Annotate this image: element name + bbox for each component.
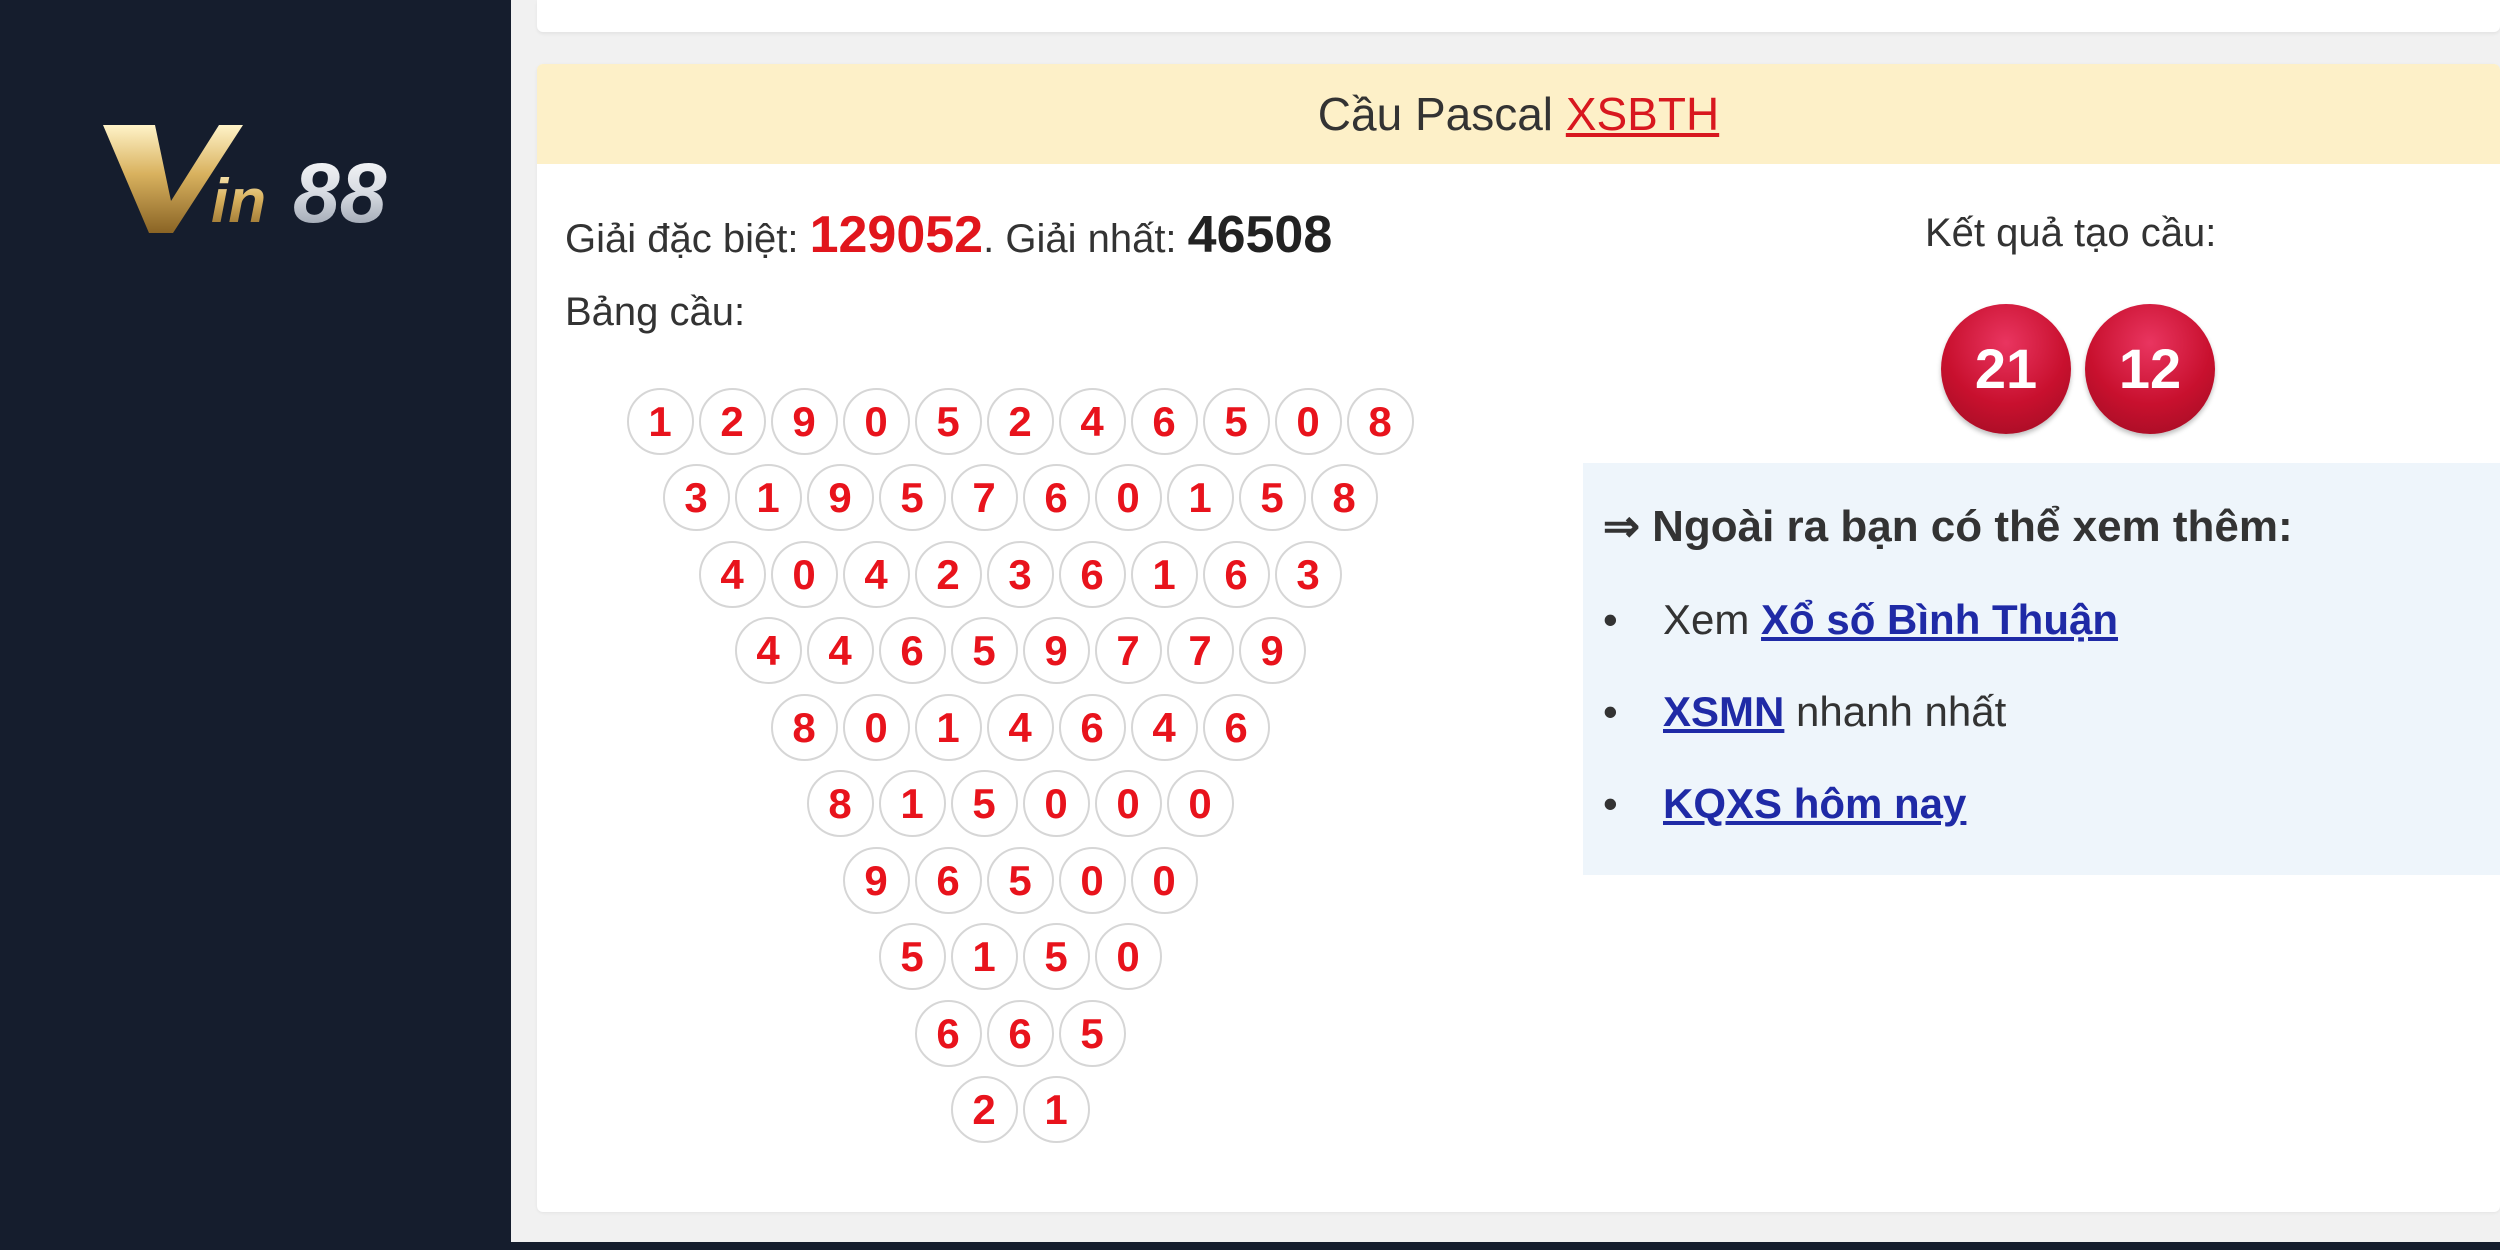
xsbth-link[interactable]: XSBTH: [1566, 88, 1719, 140]
result-label: Kết quả tạo cầu:: [1925, 211, 2217, 255]
logo-88-text: 88: [293, 146, 387, 235]
xsmn-link[interactable]: XSMN: [1663, 688, 1784, 735]
xs-binh-thuan-link[interactable]: Xổ số Bình Thuận: [1761, 596, 2118, 643]
see-more-suffix: nhanh nhất: [1784, 688, 2007, 735]
previous-card-edge: [537, 0, 2500, 32]
see-more-title: ⇒ Ngoài ra bạn có thể xem thêm:: [1603, 502, 2293, 551]
see-more-prefix: Xem: [1663, 596, 1762, 643]
see-more-item: • XSMN nhanh nhất: [1603, 684, 2006, 740]
vin88-logo[interactable]: in 88: [103, 105, 458, 235]
table-label: Bảng cầu:: [565, 290, 746, 334]
bullet-icon: •: [1603, 596, 1618, 643]
bullet-icon: •: [1603, 780, 1618, 827]
first-prize-label: . Giải nhất:: [983, 217, 1188, 261]
card-title: Cầu Pascal: [1317, 88, 1566, 140]
result-ball-2: 12: [2085, 304, 2215, 434]
result-ball-1: 21: [1941, 304, 2071, 434]
logo-in-text: in: [211, 167, 266, 235]
bullet-icon: •: [1603, 688, 1618, 735]
see-more-item: • KQXS hôm nay: [1603, 776, 1966, 832]
special-prize-label: Giải đặc biệt:: [565, 217, 810, 261]
kqxs-today-link[interactable]: KQXS hôm nay: [1663, 780, 1966, 827]
sidebar: in 88: [0, 0, 511, 1250]
special-prize-value: 129052: [809, 206, 984, 264]
see-more-item: • Xem Xổ số Bình Thuận: [1603, 592, 2118, 648]
first-prize-value: 46508: [1187, 206, 1333, 264]
prize-line: Giải đặc biệt: 129052. Giải nhất: 46508: [565, 205, 1332, 269]
card-header: Cầu Pascal XSBTH: [537, 64, 2500, 164]
